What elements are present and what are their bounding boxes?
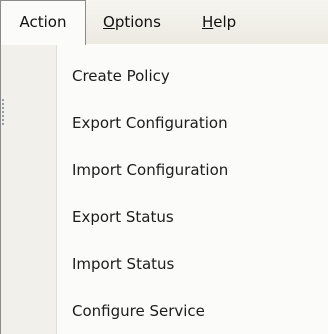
menu-bar: Action Options Help bbox=[0, 0, 328, 45]
menu-help[interactable]: Help bbox=[202, 0, 236, 44]
menu-icon-gutter bbox=[1, 44, 57, 334]
menu-item-export-configuration[interactable]: Export Configuration bbox=[72, 106, 228, 140]
menu-options-mnemonic: O bbox=[103, 13, 115, 31]
action-dropdown-menu: Create Policy Export Configuration Impor… bbox=[0, 44, 328, 334]
menu-help-label: elp bbox=[213, 13, 237, 31]
menu-help-mnemonic: H bbox=[202, 13, 214, 31]
menu-item-create-policy[interactable]: Create Policy bbox=[72, 59, 170, 93]
menu-item-export-status[interactable]: Export Status bbox=[72, 200, 174, 234]
menu-action[interactable]: Action bbox=[0, 0, 86, 45]
menu-action-label: Action bbox=[19, 13, 67, 31]
menu-item-configure-service[interactable]: Configure Service bbox=[72, 294, 205, 328]
menu-item-import-status[interactable]: Import Status bbox=[72, 247, 174, 281]
window-edge-mark bbox=[2, 99, 4, 125]
menu-options-label: ptions bbox=[114, 13, 161, 31]
menu-item-import-configuration[interactable]: Import Configuration bbox=[72, 153, 228, 187]
menu-options[interactable]: Options bbox=[103, 0, 161, 44]
